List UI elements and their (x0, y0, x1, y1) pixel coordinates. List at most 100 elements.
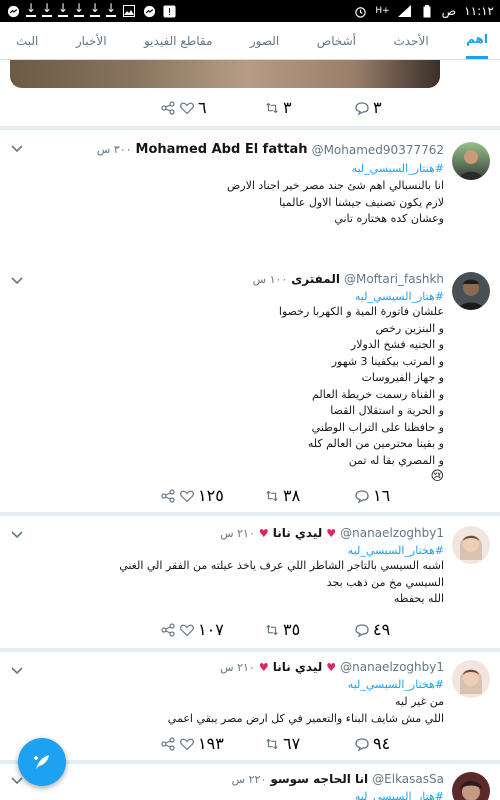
avatar[interactable] (452, 660, 490, 698)
tweet-time: ٣٠٠ س (96, 143, 132, 156)
alarm-icon (353, 4, 367, 18)
user-name[interactable]: انا الحاجه سوسو (270, 772, 368, 786)
battery-icon (420, 4, 434, 18)
like-button[interactable]: ١٩٣ (160, 734, 224, 753)
chevron-down-icon[interactable] (10, 528, 24, 542)
reply-button[interactable]: ٤٩ (354, 620, 390, 639)
search-tabs: اهم الأحدث أشخاص الصور مقاطع الفيديو الأ… (0, 22, 500, 60)
reply-button[interactable]: ١٦ (354, 486, 390, 505)
like-button[interactable]: ٦ (160, 98, 207, 117)
tab-broadcasts[interactable]: البث (16, 24, 38, 58)
reply-button[interactable]: ٣ (354, 98, 382, 117)
crying-emoji: 😢 (430, 469, 444, 484)
heart-emoji-icon: ♥ (258, 660, 269, 674)
user-handle[interactable]: @nanaelzoghby1 (340, 526, 444, 540)
tweet[interactable]: @Moftari_fashkh المفترى ١٠٠ س #هتار_السي… (0, 262, 500, 512)
tab-people[interactable]: أشخاص (317, 24, 356, 58)
svg-text:!: ! (167, 7, 171, 18)
tab-latest[interactable]: الأحدث (393, 24, 428, 58)
tweet-line: السيسي مخ من ذهب بجد (326, 575, 444, 589)
tweet-line: و المصري بقا له تمن (348, 453, 444, 467)
messenger-icon (142, 4, 156, 18)
user-name[interactable]: Mohamed Abd El fattah (136, 142, 308, 157)
like-button[interactable]: ١٠٧ (160, 620, 224, 639)
tweet[interactable]: ٣ ٣ ٦ (0, 60, 500, 126)
reply-count: ٣ (373, 98, 382, 117)
heart-icon (180, 490, 194, 502)
user-handle[interactable]: @nanaelzoghby1 (340, 660, 444, 674)
tab-photos[interactable]: الصور (250, 24, 279, 58)
share-icon (161, 622, 175, 637)
status-bar-right: H+ ص ١١:١٢ (353, 4, 494, 18)
retweet-button[interactable]: ٣ (264, 98, 292, 117)
reply-icon (355, 623, 369, 637)
like-count: ٦ (198, 98, 207, 117)
status-bar-left: ! (6, 1, 176, 18)
retweet-icon (266, 624, 278, 635)
tweet-line: لازم يكون تصنيف جيشنا الاول عالميا (279, 195, 444, 209)
tweet[interactable]: @nanaelzoghby1 ♥ ليدي نانا ♥ ٢١٠ س #هختا… (0, 516, 500, 648)
user-name[interactable]: ليدي نانا (273, 660, 323, 674)
chevron-down-icon[interactable] (10, 274, 24, 288)
tweet-header: @nanaelzoghby1 ♥ ليدي نانا ♥ ٢١٠ س (220, 526, 444, 540)
tweet-line: و بقينا محترمين من العالم كله (307, 437, 444, 450)
retweet-count: ٣٨ (283, 486, 301, 505)
tweet-header: @Mohamed90377762 Mohamed Abd El fattah ٣… (97, 142, 444, 157)
avatar[interactable] (452, 772, 490, 800)
tweet-text: اشبه السيسي بالتاجر الشاطر اللي عرف ياخذ… (24, 558, 444, 608)
network-type: H+ (375, 6, 390, 16)
tweet-line: الله يحفظه (393, 592, 444, 605)
signal-icon (398, 4, 412, 18)
retweet-button[interactable]: ٣٥ (264, 620, 300, 639)
avatar[interactable] (452, 526, 490, 564)
tweet-line: علشان فاتورة المية و الكهربا رخصوا (278, 305, 444, 318)
like-count: ١٩٣ (198, 734, 224, 753)
messenger-icon (6, 4, 20, 18)
tweet-media[interactable] (10, 60, 440, 88)
reply-icon (355, 737, 369, 751)
download-icon (58, 1, 68, 17)
clock: ١١:١٢ (464, 4, 494, 18)
reply-button[interactable]: ٩٤ (354, 734, 390, 753)
user-handle[interactable]: @Moftari_fashkh (344, 272, 444, 286)
retweet-button[interactable]: ٦٧ (264, 734, 300, 753)
tweet-line: اللي مش شايف البناء والتعمير في كل ارض م… (167, 711, 444, 725)
tweet[interactable]: @nanaelzoghby1 ♥ ليدي نانا ♥ ٢١٠ س #هختا… (0, 652, 500, 760)
share-icon (161, 488, 175, 503)
hashtag[interactable]: #هتار_السيسي_ليه (355, 290, 444, 303)
share-icon (161, 100, 175, 115)
retweet-button[interactable]: ٣٨ (264, 486, 300, 505)
chevron-down-icon[interactable] (10, 142, 24, 156)
user-name[interactable]: المفترى (291, 272, 340, 286)
download-icon (90, 1, 100, 17)
hashtag[interactable]: #هختار_السيسي_ليه (348, 544, 444, 557)
avatar[interactable] (452, 142, 490, 180)
download-icon (26, 1, 36, 17)
tab-top[interactable]: اهم (466, 22, 488, 59)
image-icon (122, 4, 136, 18)
retweet-count: ٣٥ (283, 620, 301, 639)
download-icon (42, 1, 52, 17)
tweet-line: اشبه السيسي بالتاجر الشاطر اللي عرف ياخذ… (119, 559, 444, 572)
tweet-line: انا بالنسبالي اهم شئ جند مصر خير اجناد ا… (226, 179, 444, 192)
avatar[interactable] (452, 272, 490, 310)
tweet[interactable]: @ElkasasSa انا الحاجه سوسو ٢٢٠ س #هتار_ا… (0, 764, 500, 800)
compose-feather-icon (34, 755, 49, 769)
heart-icon (180, 624, 194, 636)
hashtag[interactable]: #هختار_السيسي_ليه (348, 678, 444, 691)
tweet-line: و المرتب بيكفينا 3 شهور (331, 354, 444, 368)
compose-tweet-button[interactable] (18, 738, 66, 786)
tweet-time: ٢١٠ س (220, 660, 255, 674)
hashtag[interactable]: #هنتار_السيسي_ليه (352, 162, 444, 175)
user-handle[interactable]: @ElkasasSa (372, 772, 444, 786)
download-icon (106, 1, 116, 17)
tab-videos[interactable]: مقاطع الفيديو (144, 24, 212, 58)
heart-emoji-icon: ♥ (326, 660, 337, 674)
hashtag[interactable]: #هتار_السيسي_ليه (355, 790, 444, 800)
chevron-down-icon[interactable] (10, 664, 24, 678)
user-handle[interactable]: @Mohamed90377762 (312, 143, 444, 157)
tab-news[interactable]: الأخبار (76, 24, 107, 58)
like-button[interactable]: ١٢٥ (160, 486, 224, 505)
tweet-header: @nanaelzoghby1 ♥ ليدي نانا ♥ ٢١٠ س (220, 660, 444, 674)
user-name[interactable]: ليدي نانا (273, 526, 323, 540)
